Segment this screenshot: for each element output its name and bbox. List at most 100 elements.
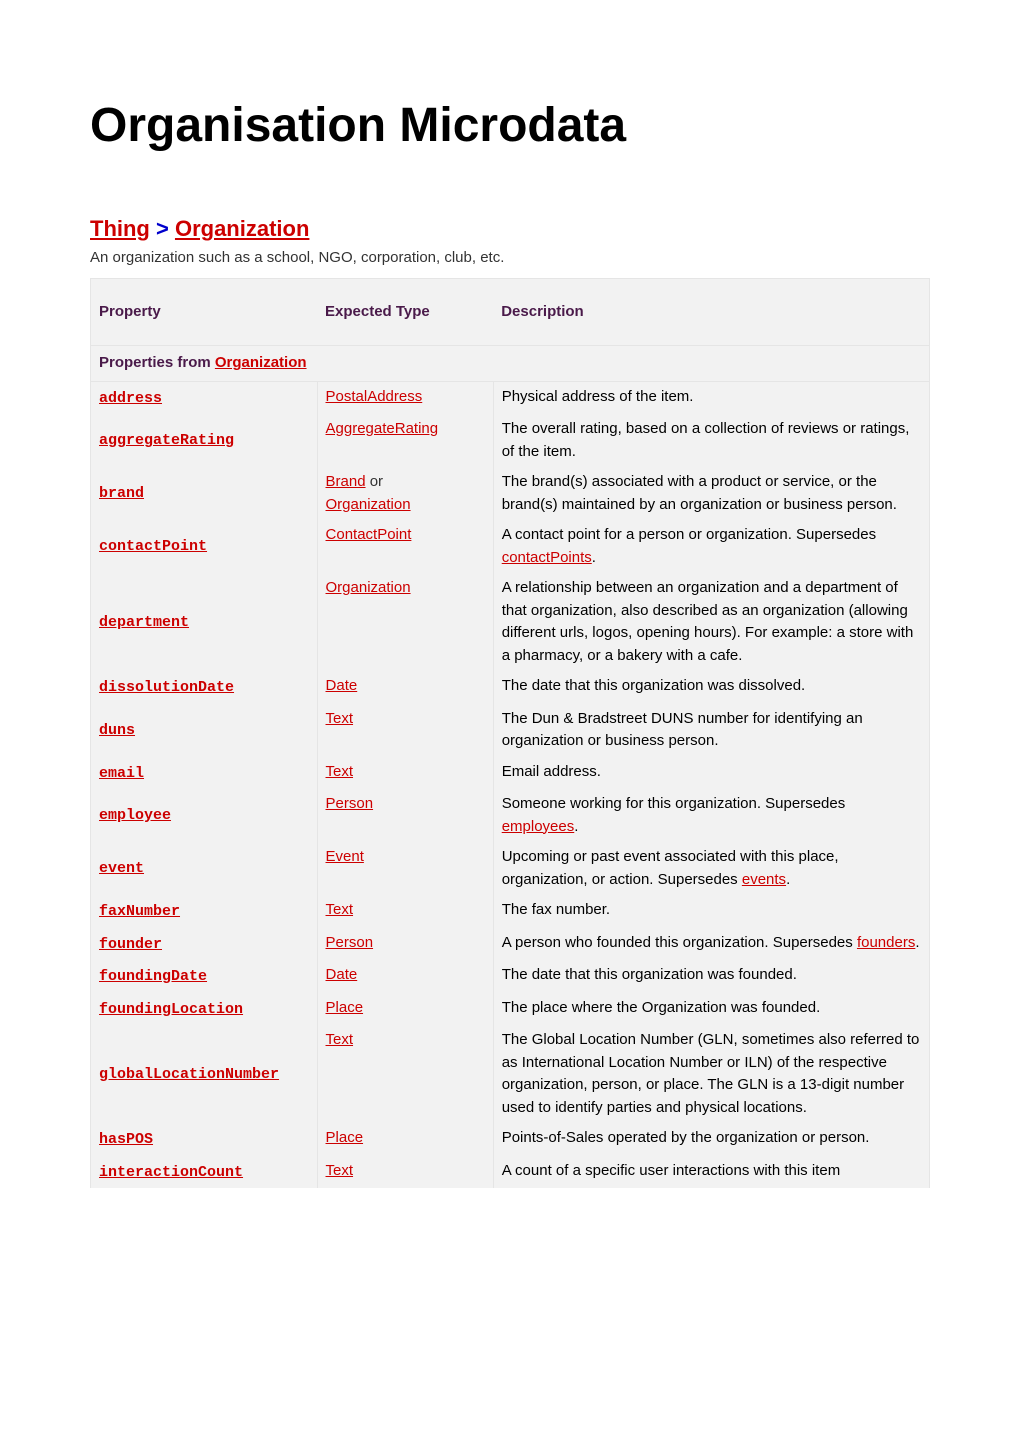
properties-table: Property Expected Type Description Prope…: [90, 278, 930, 1189]
property-cell: brand: [91, 467, 318, 520]
expected-type-cell: Place: [317, 1123, 493, 1156]
expected-type-cell: Place: [317, 993, 493, 1026]
table-row: duns Text The Dun & Bradstreet DUNS number…: [91, 704, 930, 757]
type-link[interactable]: ContactPoint: [326, 526, 412, 543]
type-link[interactable]: Place: [326, 1129, 364, 1146]
expected-type-cell: PostalAddress: [317, 381, 493, 414]
property-link[interactable]: contactPoint: [99, 538, 207, 555]
breadcrumb: Thing > Organization: [90, 212, 930, 245]
type-link[interactable]: Text: [326, 901, 354, 918]
type-link[interactable]: Date: [326, 966, 358, 983]
type-link[interactable]: Text: [326, 1031, 354, 1048]
description-cell: The Global Location Number (GLN, sometim…: [493, 1025, 929, 1123]
table-row: foundingDateDateThe date that this organ…: [91, 960, 930, 993]
expected-type-cell: AggregateRating: [317, 414, 493, 467]
property-link[interactable]: foundingDate: [99, 968, 207, 985]
table-row: founder Person A person who founded this o…: [91, 928, 930, 961]
property-link[interactable]: foundingLocation: [99, 1001, 243, 1018]
expected-type-cell: Date: [317, 671, 493, 704]
property-link[interactable]: event: [99, 860, 144, 877]
property-cell: founder: [91, 928, 318, 961]
type-link[interactable]: Text: [326, 710, 354, 727]
description-cell: Physical address of the item.: [493, 381, 929, 414]
table-row: brandBrand or OrganizationThe brand(s) a…: [91, 467, 930, 520]
property-cell: interactionCount: [91, 1156, 318, 1189]
property-cell: aggregateRating: [91, 414, 318, 467]
property-link[interactable]: interactionCount: [99, 1164, 243, 1181]
table-row: interactionCount Text A count of a specifi…: [91, 1156, 930, 1189]
description-cell: The brand(s) associated with a product o…: [493, 467, 929, 520]
property-link[interactable]: hasPOS: [99, 1131, 153, 1148]
expected-type-cell: Text: [317, 704, 493, 757]
breadcrumb-separator: >: [150, 216, 175, 241]
type-link[interactable]: Event: [326, 848, 364, 865]
expected-type-cell: Date: [317, 960, 493, 993]
type-link[interactable]: Text: [326, 763, 354, 780]
property-cell: department: [91, 573, 318, 671]
section-link[interactable]: Organization: [215, 354, 307, 371]
description-cell: The place where the Organization was fou…: [493, 993, 929, 1026]
type-link[interactable]: AggregateRating: [326, 420, 439, 437]
description-cell: The Dun & Bradstreet DUNS number for ide…: [493, 704, 929, 757]
expected-type-cell: Text: [317, 1156, 493, 1189]
table-row: departmentOrganizationA relationship bet…: [91, 573, 930, 671]
table-row: contactPointContactPointA contact point …: [91, 520, 930, 573]
property-cell: faxNumber: [91, 895, 318, 928]
type-link[interactable]: Text: [326, 1162, 354, 1179]
table-row: dissolutionDate Date The date that this or…: [91, 671, 930, 704]
description-cell: Points-of-Sales operated by the organiza…: [493, 1123, 929, 1156]
property-link[interactable]: employee: [99, 807, 171, 824]
table-row: foundingLocation Place The place where the…: [91, 993, 930, 1026]
description-cell: The fax number.: [493, 895, 929, 928]
type-link[interactable]: Organization: [326, 579, 411, 596]
desc-link[interactable]: employees: [502, 818, 575, 835]
type-or-separator: or: [366, 473, 384, 490]
property-link[interactable]: duns: [99, 722, 135, 739]
col-header-property: Property: [91, 278, 318, 346]
property-link[interactable]: faxNumber: [99, 903, 180, 920]
property-cell: globalLocationNumber: [91, 1025, 318, 1123]
property-cell: address: [91, 381, 318, 414]
desc-link[interactable]: contactPoints: [502, 549, 592, 566]
type-link[interactable]: Person: [326, 795, 374, 812]
property-link[interactable]: dissolutionDate: [99, 679, 234, 696]
type-link[interactable]: Organization: [326, 496, 411, 513]
type-link[interactable]: PostalAddress: [326, 388, 423, 405]
property-cell: duns: [91, 704, 318, 757]
property-link[interactable]: department: [99, 614, 189, 631]
type-link[interactable]: Place: [326, 999, 364, 1016]
description-cell: Email address.: [493, 757, 929, 790]
property-cell: dissolutionDate: [91, 671, 318, 704]
desc-link[interactable]: founders: [857, 934, 915, 951]
page-title: Organisation Microdata: [90, 90, 930, 162]
table-row: event Event Upcoming or past event associa…: [91, 842, 930, 895]
description-cell: The date that this organization was diss…: [493, 671, 929, 704]
property-cell: event: [91, 842, 318, 895]
description-cell: Upcoming or past event associated with t…: [493, 842, 929, 895]
property-link[interactable]: aggregateRating: [99, 432, 234, 449]
breadcrumb-thing-link[interactable]: Thing: [90, 216, 150, 241]
description-cell: A person who founded this organization. …: [493, 928, 929, 961]
property-link[interactable]: founder: [99, 936, 162, 953]
description-cell: The overall rating, based on a collectio…: [493, 414, 929, 467]
expected-type-cell: Brand or Organization: [317, 467, 493, 520]
table-row: employeePersonSomeone working for this o…: [91, 789, 930, 842]
desc-link[interactable]: events: [742, 871, 786, 888]
property-cell: hasPOS: [91, 1123, 318, 1156]
expected-type-cell: Text: [317, 895, 493, 928]
property-cell: contactPoint: [91, 520, 318, 573]
table-row: address PostalAddress Physical address of …: [91, 381, 930, 414]
type-link[interactable]: Person: [326, 934, 374, 951]
property-cell: employee: [91, 789, 318, 842]
type-link[interactable]: Date: [326, 677, 358, 694]
type-link[interactable]: Brand: [326, 473, 366, 490]
description-cell: A count of a specific user interactions …: [493, 1156, 929, 1189]
property-link[interactable]: address: [99, 390, 162, 407]
table-row: email Text Email address.: [91, 757, 930, 790]
property-link[interactable]: email: [99, 765, 144, 782]
breadcrumb-organization-link[interactable]: Organization: [175, 216, 309, 241]
expected-type-cell: Organization: [317, 573, 493, 671]
table-row: globalLocationNumber Text The Global Locat…: [91, 1025, 930, 1123]
property-link[interactable]: globalLocationNumber: [99, 1066, 279, 1083]
property-link[interactable]: brand: [99, 485, 144, 502]
